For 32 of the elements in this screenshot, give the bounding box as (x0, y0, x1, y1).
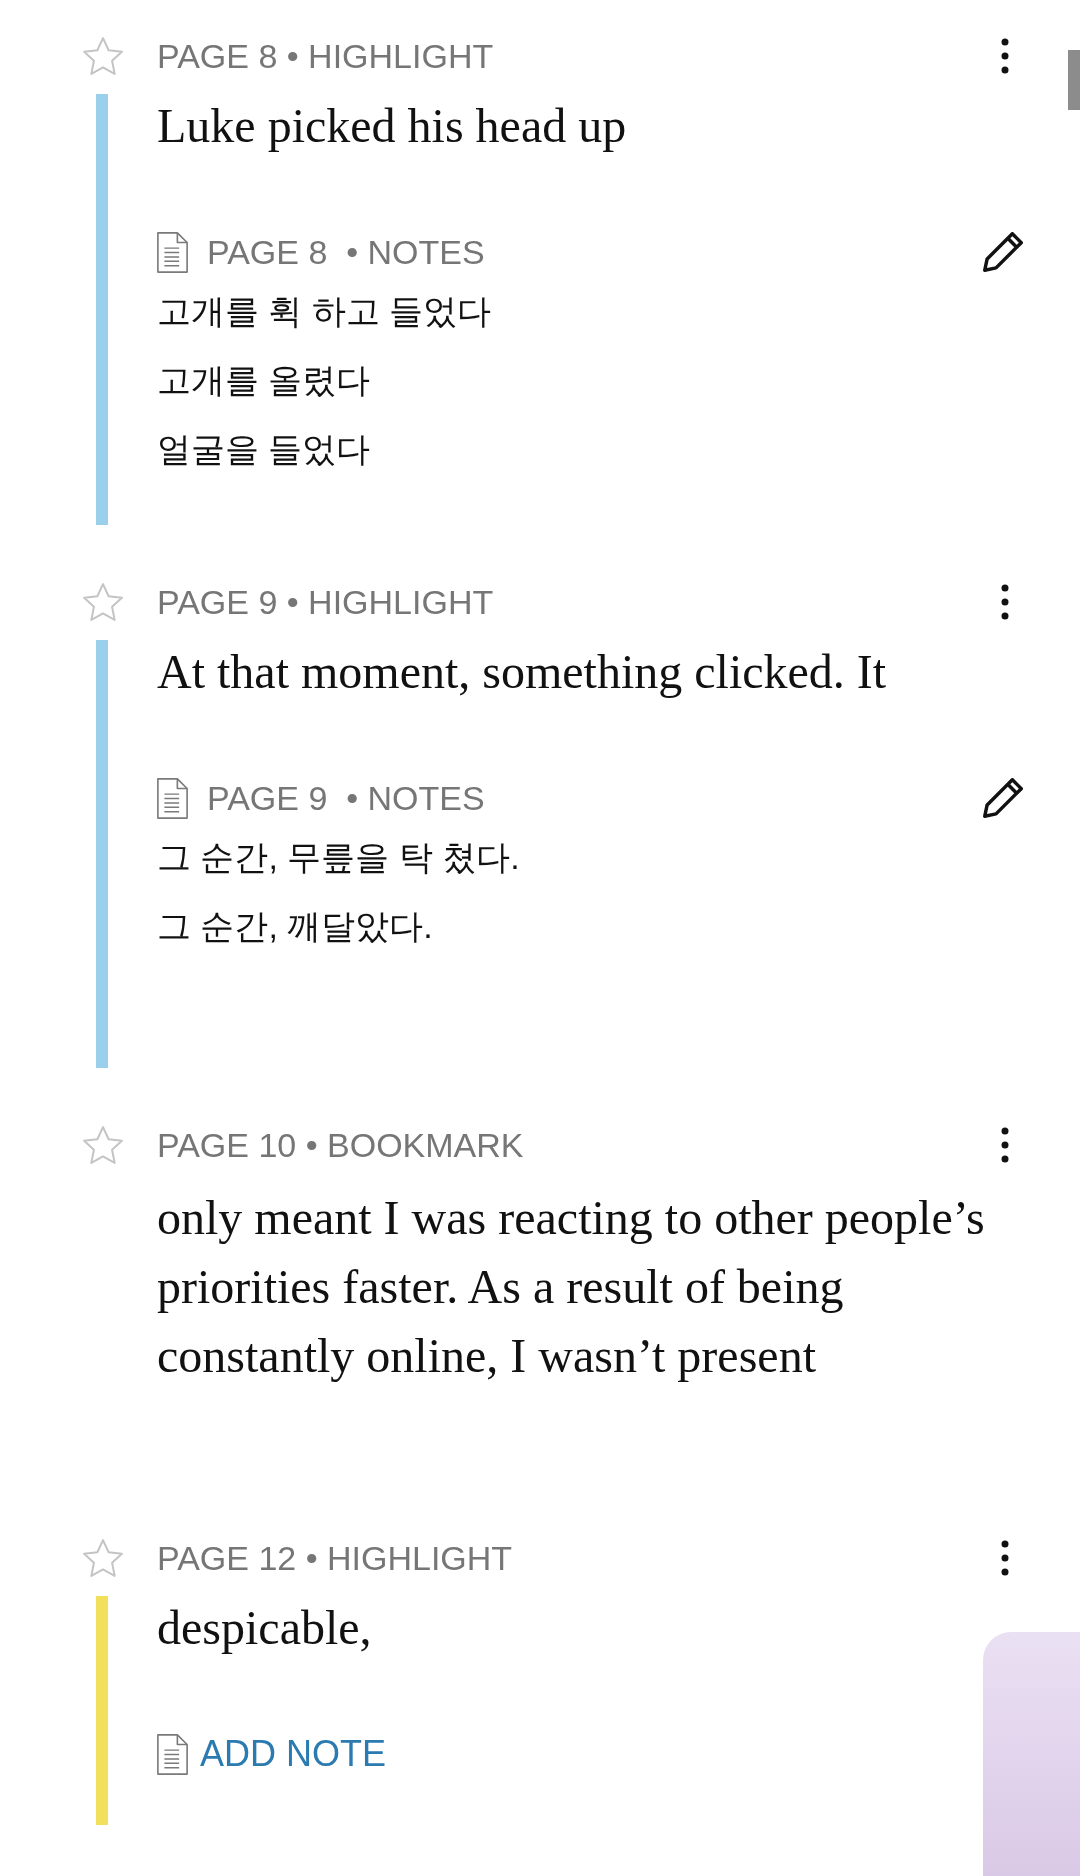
star-icon[interactable] (83, 1126, 123, 1164)
highlight-text: despicable, (157, 1600, 373, 1656)
kebab-icon (1001, 584, 1009, 620)
note-header: PAGE 8 • NOTES (207, 235, 486, 269)
star-icon[interactable] (83, 583, 123, 621)
document-icon (157, 777, 188, 819)
entry-header: PAGE 10 • BOOKMARK (157, 1128, 525, 1162)
add-note-button[interactable]: ADD NOTE (200, 1736, 386, 1772)
entry-header: PAGE 12 • HIGHLIGHT (157, 1541, 514, 1575)
note-line: 고개를 휙 하고 들었다 (157, 291, 493, 332)
bookmark-text: only meant I was reacting to other people’s priorities faster. As a result of being constantly online, I wasn’t present (157, 1190, 986, 1384)
note-line: 고개를 올렸다 (157, 360, 372, 401)
entry-header: PAGE 9 • HIGHLIGHT (157, 585, 495, 619)
star-icon[interactable] (83, 1539, 123, 1577)
note-line: 그 순간, 무릎을 탁 쳤다. (157, 837, 521, 878)
edit-note-button[interactable] (982, 231, 1024, 273)
entry-header: PAGE 8 • HIGHLIGHT (157, 39, 495, 73)
star-icon[interactable] (83, 37, 123, 75)
kebab-icon (1001, 38, 1009, 74)
kebab-icon (1001, 1127, 1009, 1163)
note-header: PAGE 9 • NOTES (207, 781, 486, 815)
document-icon (157, 1733, 188, 1775)
pencil-icon (983, 778, 1023, 818)
document-icon (157, 231, 188, 273)
kebab-icon (1001, 1540, 1009, 1576)
pencil-icon (983, 232, 1023, 272)
scrollbar-thumb[interactable] (1068, 50, 1080, 110)
highlight-text: Luke picked his head up (157, 98, 628, 154)
note-line: 얼굴을 들었다 (157, 429, 372, 470)
highlight-text: At that moment, something clicked. It (157, 644, 888, 700)
note-line: 그 순간, 깨달았다. (157, 906, 434, 947)
edit-note-button[interactable] (982, 777, 1024, 819)
